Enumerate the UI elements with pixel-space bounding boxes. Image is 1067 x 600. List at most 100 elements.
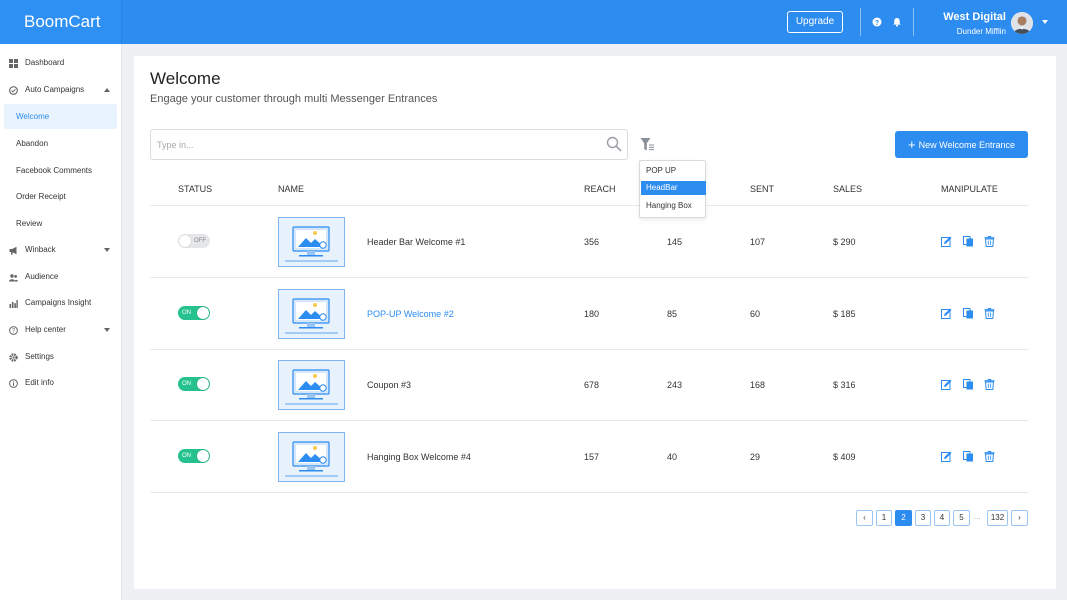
filter-option-hanging-box[interactable]: Hanging Box xyxy=(641,199,706,213)
sidebar-item-label: Auto Campaigns xyxy=(25,85,85,94)
status-toggle[interactable]: OFF xyxy=(178,234,210,248)
avatar[interactable] xyxy=(1011,12,1033,34)
edit-icon[interactable] xyxy=(941,236,952,247)
reach-value: 180 xyxy=(584,309,600,319)
sidebar-item-winback[interactable]: Winback xyxy=(0,237,121,263)
campaign-icon xyxy=(9,86,18,95)
user-org: Dunder Mifflin xyxy=(956,27,1006,36)
bell-icon[interactable] xyxy=(892,17,902,27)
column-header-status[interactable]: STATUS xyxy=(178,184,212,194)
toggle-knob xyxy=(197,307,209,319)
monitor-image-icon xyxy=(285,226,338,262)
copy-icon[interactable] xyxy=(963,451,974,462)
toggle-label: ON xyxy=(182,453,191,459)
sidebar-item-label: Winback xyxy=(25,245,56,254)
status-toggle[interactable]: ON xyxy=(178,306,210,320)
trash-icon[interactable] xyxy=(984,308,995,319)
sidebar-item-facebook-comments[interactable]: Facebook Comments xyxy=(4,158,117,183)
upgrade-button[interactable]: Upgrade xyxy=(787,11,843,33)
pagination-next-button[interactable]: › xyxy=(1011,510,1028,526)
search-input[interactable] xyxy=(150,129,628,160)
pagination-page-5[interactable]: 5 xyxy=(953,510,970,526)
column-header-reach[interactable]: REACH xyxy=(584,184,616,194)
toggle-label: ON xyxy=(182,310,191,316)
brand-logo[interactable]: BoomCart xyxy=(0,0,122,44)
edit-icon[interactable] xyxy=(941,308,952,319)
metric-value: 85 xyxy=(667,309,678,319)
copy-icon[interactable] xyxy=(963,308,974,319)
new-welcome-entrance-button[interactable]: + New Welcome Entrance xyxy=(895,131,1028,158)
sidebar-item-help-center[interactable]: ? Help center xyxy=(0,317,121,343)
filter-dropdown: POP UP HeadBar Hanging Box xyxy=(639,160,706,218)
sidebar-item-settings[interactable]: Settings xyxy=(0,344,121,370)
edit-icon[interactable] xyxy=(941,451,952,462)
pagination-page-2[interactable]: 2 xyxy=(895,510,912,526)
sidebar-item-campaigns-insight[interactable]: Campaigns Insight xyxy=(0,290,121,316)
header-divider xyxy=(860,8,861,36)
table-row: ON Coupon #3 678 243 168 $ 316 xyxy=(150,349,1028,420)
sidebar-item-label: Help center xyxy=(25,325,66,334)
pagination-page-last[interactable]: 132 xyxy=(987,510,1008,526)
metric-value: 40 xyxy=(667,452,678,462)
people-icon xyxy=(9,274,18,282)
entrance-name: Hanging Box Welcome #4 xyxy=(367,452,471,462)
pagination-page-3[interactable]: 3 xyxy=(915,510,931,526)
metric-value: 145 xyxy=(667,237,683,247)
filter-option-pop-up[interactable]: POP UP xyxy=(641,164,706,178)
sent-value: 60 xyxy=(750,309,761,319)
chevron-down-icon xyxy=(104,328,110,332)
help-icon: ? xyxy=(9,326,18,335)
search-icon[interactable] xyxy=(606,136,622,152)
sidebar-item-auto-campaigns[interactable]: Auto Campaigns xyxy=(0,77,121,103)
help-icon[interactable]: ? xyxy=(872,17,882,27)
pagination-page-4[interactable]: 4 xyxy=(934,510,950,526)
column-header-manipulate[interactable]: MANIPULATE xyxy=(941,184,998,194)
sidebar-item-label: Dashboard xyxy=(25,58,65,67)
monitor-image-icon xyxy=(285,298,338,334)
sidebar-item-label: Edit info xyxy=(25,378,54,387)
sent-value: 29 xyxy=(750,452,761,462)
metric-value: 243 xyxy=(667,380,683,390)
sidebar-item-dashboard[interactable]: Dashboard xyxy=(0,50,121,76)
sidebar-item-welcome[interactable]: Welcome xyxy=(4,104,117,129)
filter-icon[interactable] xyxy=(640,137,655,152)
sales-value: $ 409 xyxy=(833,452,856,462)
trash-icon[interactable] xyxy=(984,236,995,247)
copy-icon[interactable] xyxy=(963,236,974,247)
sidebar-item-label: Audience xyxy=(25,272,59,281)
copy-icon[interactable] xyxy=(963,379,974,390)
entrance-thumbnail[interactable] xyxy=(278,289,345,339)
column-header-name[interactable]: NAME xyxy=(278,184,304,194)
sidebar-item-label: Campaigns Insight xyxy=(25,298,92,307)
pagination-prev-button[interactable]: ‹ xyxy=(856,510,873,526)
status-toggle[interactable]: ON xyxy=(178,449,210,463)
monitor-image-icon xyxy=(285,441,338,477)
entrance-name-link[interactable]: POP-UP Welcome #2 xyxy=(367,309,454,319)
page-subtitle: Engage your customer through multi Messe… xyxy=(150,93,438,105)
status-toggle[interactable]: ON xyxy=(178,377,210,391)
sidebar-item-review[interactable]: Review xyxy=(4,211,117,236)
sidebar-item-edit-info[interactable]: Edit info xyxy=(0,370,121,396)
pagination-page-1[interactable]: 1 xyxy=(876,510,892,526)
trash-icon[interactable] xyxy=(984,379,995,390)
entrance-thumbnail[interactable] xyxy=(278,217,345,267)
column-header-sales[interactable]: SALES xyxy=(833,184,862,194)
user-name[interactable]: West Digital xyxy=(930,11,1006,23)
sidebar-item-label: Settings xyxy=(25,352,54,361)
entrance-thumbnail[interactable] xyxy=(278,432,345,482)
reach-value: 157 xyxy=(584,452,600,462)
trash-icon[interactable] xyxy=(984,451,995,462)
sidebar-item-abandon[interactable]: Abandon xyxy=(4,131,117,156)
toggle-knob xyxy=(197,378,209,390)
filter-option-headbar[interactable]: HeadBar xyxy=(641,181,706,195)
sidebar-item-audience[interactable]: Audience xyxy=(0,264,121,290)
chevron-down-icon[interactable] xyxy=(1042,20,1048,24)
toggle-knob xyxy=(179,235,191,247)
column-header-sent[interactable]: SENT xyxy=(750,184,774,194)
entrance-thumbnail[interactable] xyxy=(278,360,345,410)
sidebar-item-order-receipt[interactable]: Order Receipt xyxy=(4,184,117,209)
grid-icon xyxy=(9,59,18,68)
plus-icon: + xyxy=(908,137,916,152)
edit-icon[interactable] xyxy=(941,379,952,390)
svg-text:?: ? xyxy=(875,20,879,27)
